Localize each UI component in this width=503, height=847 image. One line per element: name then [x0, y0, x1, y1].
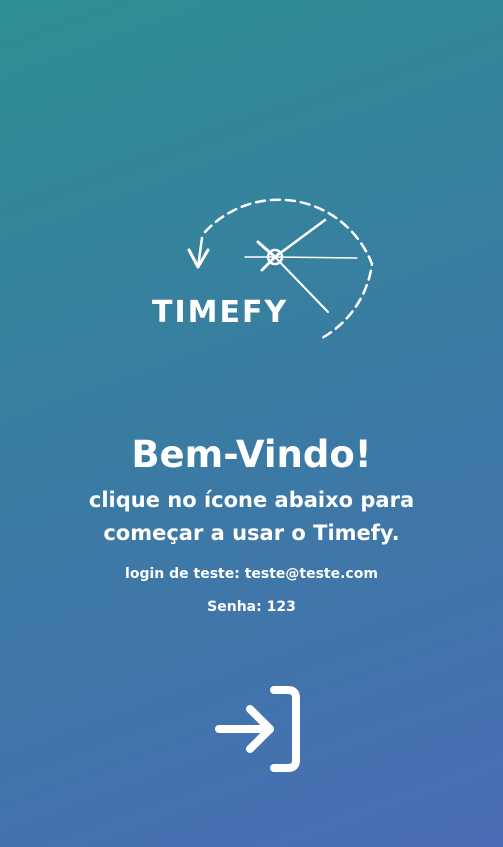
page-title: Bem-Vindo! [131, 433, 372, 476]
test-password-text: Senha: 123 [207, 599, 296, 615]
test-login-text: login de teste: teste@teste.com [125, 566, 378, 582]
login-button[interactable] [210, 683, 306, 775]
welcome-subtitle: clique no ícone abaixo para começar a us… [0, 484, 503, 550]
clock-logo-icon: TIMEFY [152, 198, 374, 340]
welcome-block: Bem-Vindo! clique no ícone abaixo para c… [0, 430, 503, 617]
welcome-subtitle-line2: começar a usar o Timefy. [103, 521, 400, 545]
welcome-screen: TIMEFY Bem-Vindo! clique no ícone abaixo… [0, 0, 503, 847]
welcome-subtitle-line1: clique no ícone abaixo para [88, 488, 415, 512]
timefy-logo: TIMEFY [150, 172, 380, 344]
login-arrow-icon [215, 686, 300, 772]
logo-wordmark: TIMEFY [152, 295, 288, 330]
